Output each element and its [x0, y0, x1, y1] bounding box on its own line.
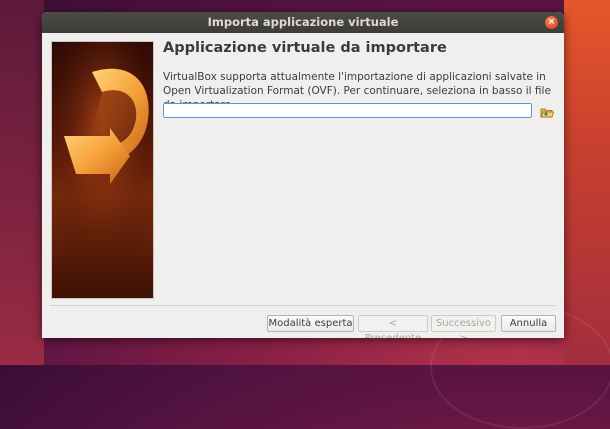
footer-separator: [50, 305, 556, 306]
import-banner-image: [51, 41, 154, 299]
close-icon[interactable]: ×: [545, 16, 558, 29]
desktop-background-left: [0, 0, 44, 365]
window-title: Importa applicazione virtuale: [207, 15, 399, 29]
import-appliance-dialog: Importa applicazione virtuale × Applicaz…: [42, 12, 564, 338]
import-arrow-icon: [52, 42, 153, 298]
next-button[interactable]: Successivo >: [431, 315, 496, 338]
titlebar: Importa applicazione virtuale ×: [42, 12, 564, 33]
content-area: Applicazione virtuale da importare Virtu…: [163, 40, 556, 112]
open-folder-icon[interactable]: [540, 104, 555, 118]
cancel-button[interactable]: Annulla: [501, 315, 556, 332]
page-title: Applicazione virtuale da importare: [163, 40, 447, 56]
previous-button[interactable]: < Precedente: [358, 315, 428, 338]
desktop-background-right: [564, 0, 610, 365]
expert-mode-button[interactable]: Modalità esperta: [267, 315, 354, 332]
file-path-input[interactable]: [163, 103, 532, 118]
